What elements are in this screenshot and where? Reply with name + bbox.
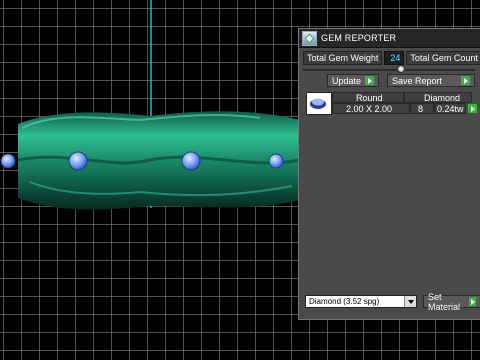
column-header-diamond: Diamond — [424, 93, 461, 103]
totals-row: Total Gem Weight 24 Total Gem Count — [303, 51, 480, 65]
gem-reporter-icon — [302, 30, 317, 46]
panel-titlebar[interactable]: GEM REPORTER — [299, 29, 480, 48]
round-gem-icon — [310, 98, 326, 109]
row-go-icon[interactable] — [468, 104, 477, 113]
save-report-button-label: Save Report — [392, 75, 443, 86]
play-arrow-icon — [469, 297, 476, 306]
slider-track — [303, 69, 475, 71]
update-button[interactable]: Update — [327, 74, 380, 87]
gem-weight: 0.24tw — [437, 104, 464, 114]
save-report-button[interactable]: Save Report — [387, 74, 475, 87]
set-material-button-label: Set Material — [428, 291, 461, 312]
material-select[interactable]: Diamond (3.52 spg) — [305, 295, 417, 308]
panel-title: GEM REPORTER — [321, 33, 397, 43]
ring-body — [17, 111, 301, 210]
gem-count: 8 — [418, 104, 424, 114]
material-select-value: Diamond (3.52 spg) — [309, 297, 380, 306]
gem-stone — [68, 151, 88, 171]
total-gem-weight-value: 24 — [384, 51, 405, 65]
gem-stone — [181, 151, 201, 171]
gem-stone — [0, 153, 16, 169]
gem-reporter-panel: GEM REPORTER Total Gem Weight 24 Total G… — [298, 28, 480, 320]
chevron-down-icon[interactable] — [404, 296, 416, 307]
slider-thumb[interactable] — [397, 65, 405, 73]
play-arrow-icon — [461, 76, 470, 85]
play-arrow-icon — [365, 76, 375, 85]
gem-size: 2.00 X 2.00 — [346, 104, 393, 114]
total-gem-weight-label: Total Gem Weight — [303, 51, 383, 65]
update-button-label: Update — [332, 75, 362, 86]
column-header-round: Round — [356, 93, 383, 103]
set-material-button[interactable]: Set Material — [423, 292, 480, 312]
total-gem-count-label: Total Gem Count — [406, 51, 480, 65]
gem-stone — [268, 153, 284, 169]
gem-thumbnail[interactable] — [306, 92, 332, 115]
